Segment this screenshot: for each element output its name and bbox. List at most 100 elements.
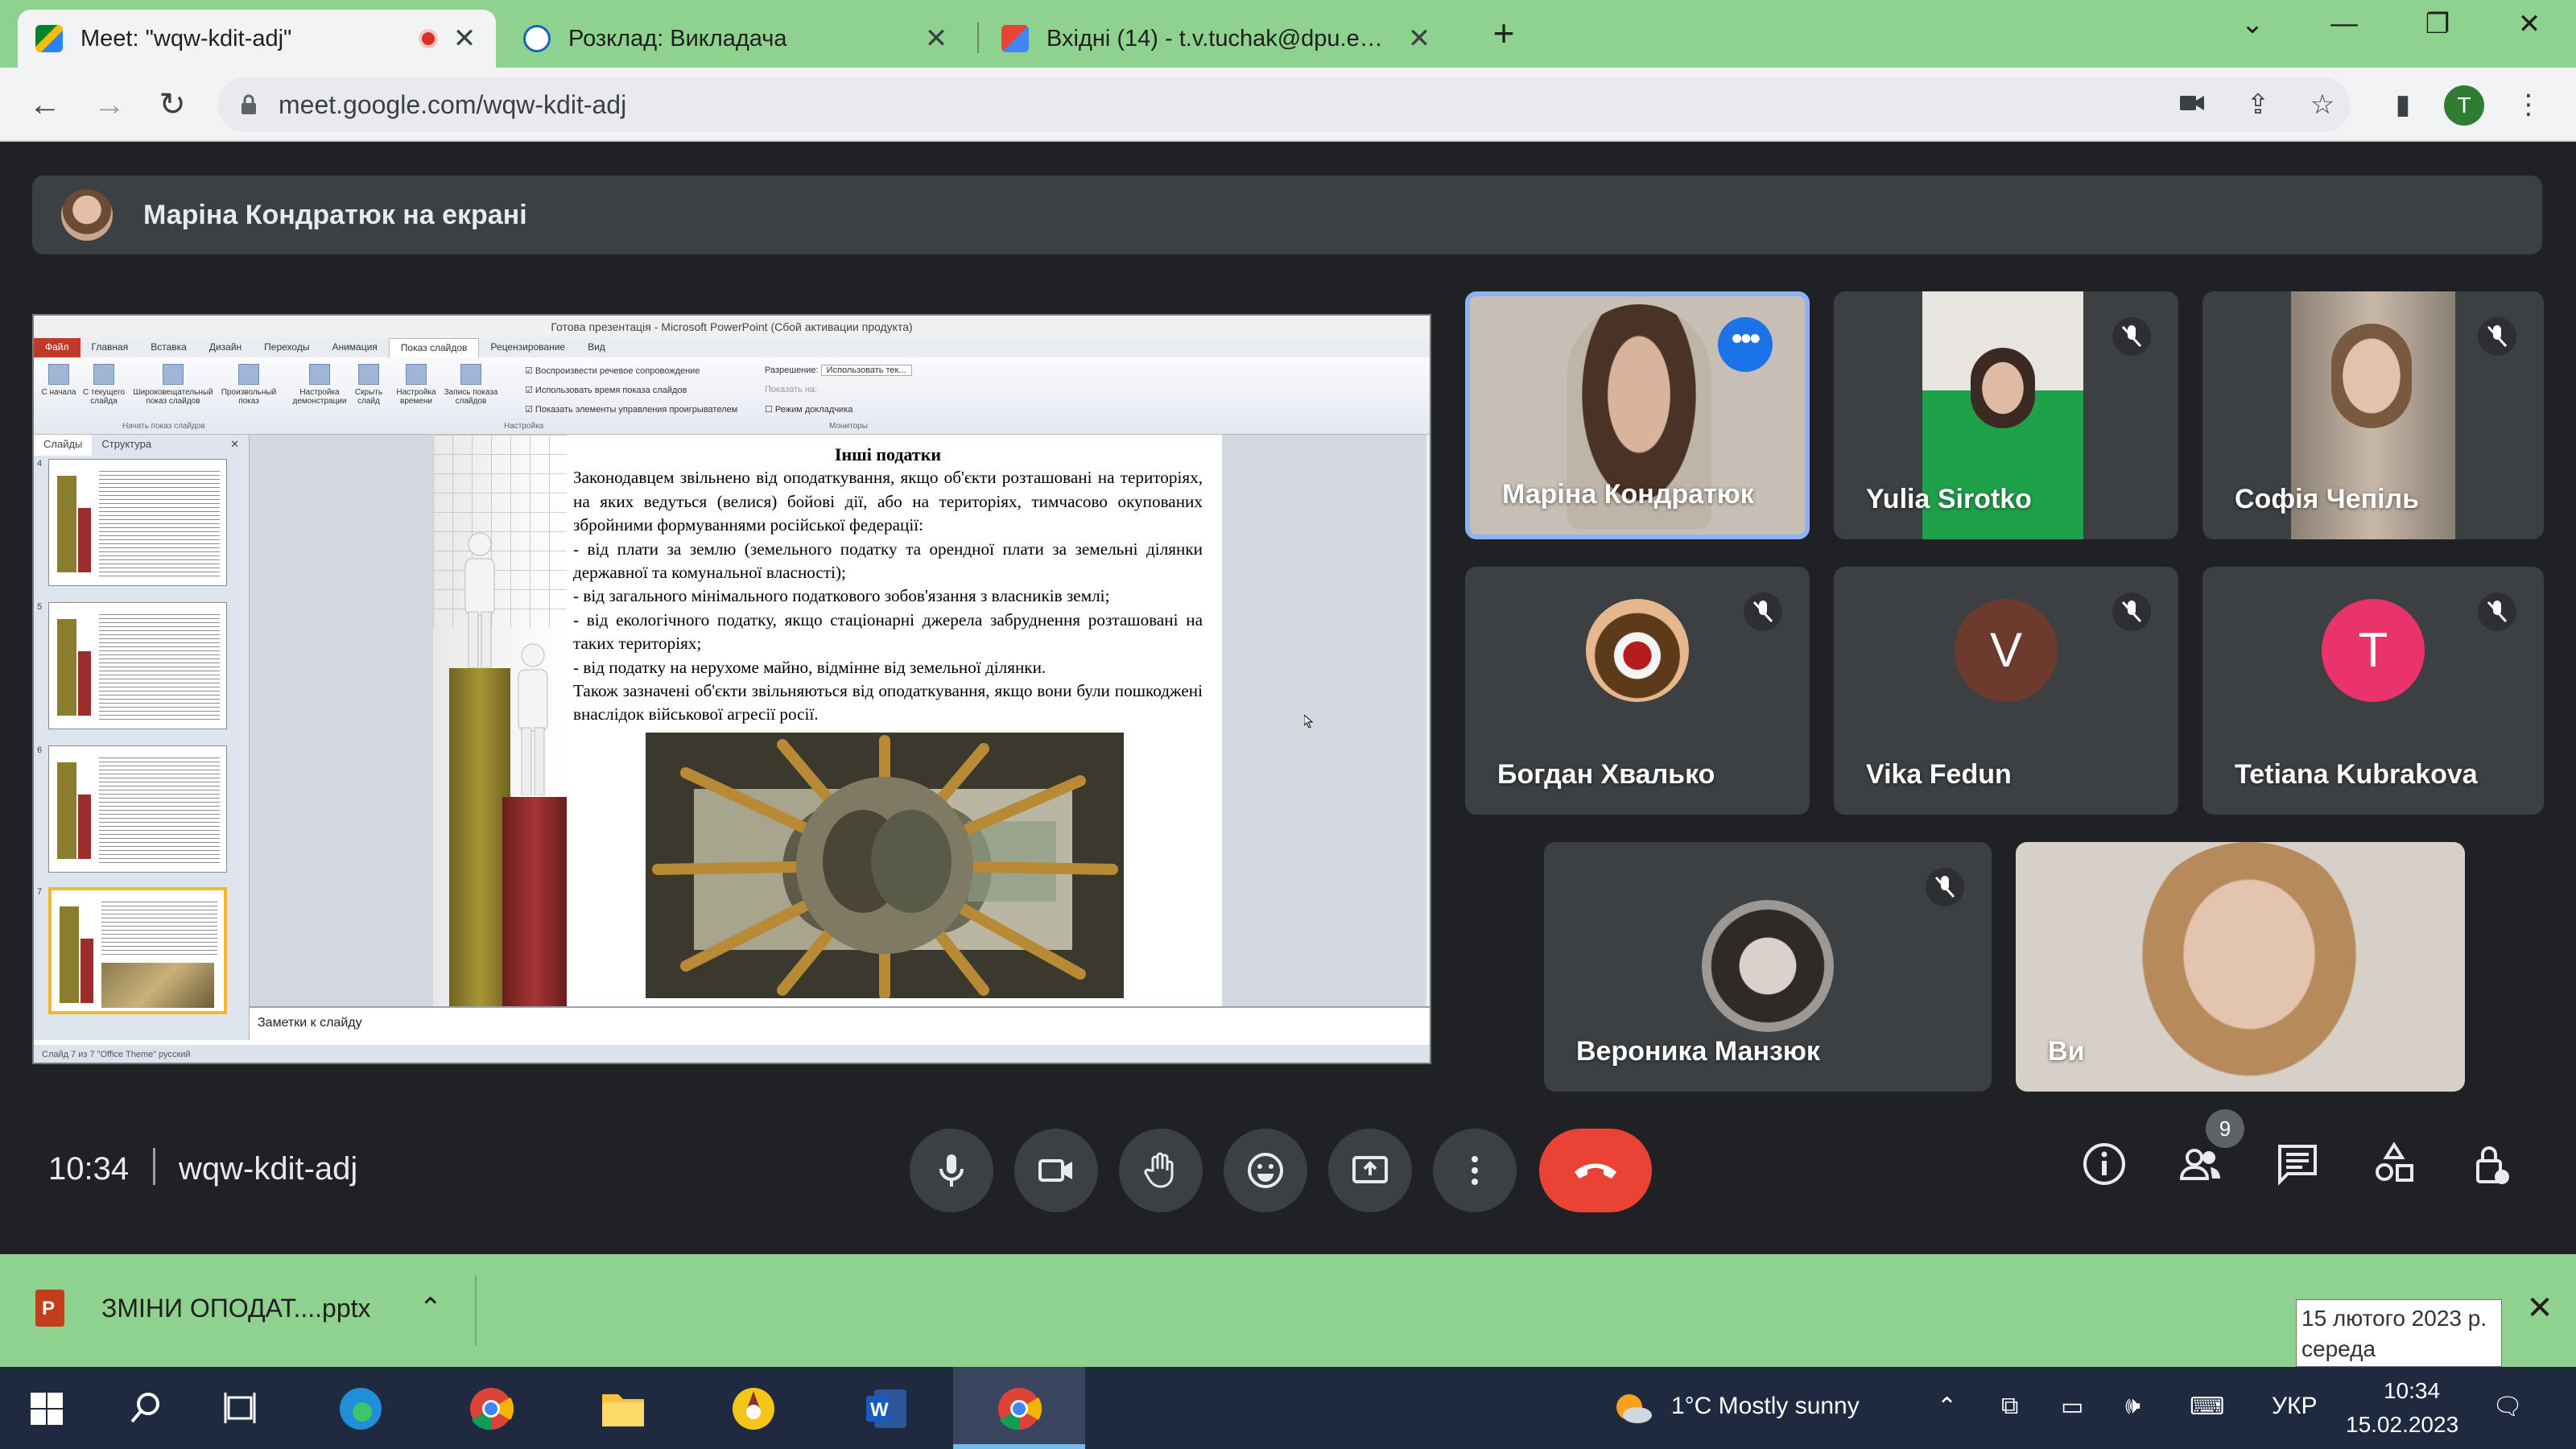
back-arrow-icon[interactable]: ← <box>24 84 66 126</box>
ppt-ribbon-checkbox: ☑ Использовать время показа слайдов <box>525 386 687 395</box>
tab-gmail[interactable]: Вхідні (14) - t.v.tuchak@dpu.edu.ua ✕ <box>984 10 1451 68</box>
browser-tab-strip: Meet: "wqw-kdit-adj" ✕ Розклад: Викладач… <box>0 0 2576 68</box>
ppt-tab: Показ слайдов <box>388 338 480 357</box>
ppt-panel-tab: Структура <box>101 438 152 450</box>
participant-tile[interactable]: Вероника Манзюк <box>1544 842 1992 1092</box>
slide-money-bullets-image <box>646 733 1124 998</box>
participant-name: Ви <box>2048 1036 2085 1067</box>
side-panel-icon[interactable]: ▮ <box>2381 84 2425 126</box>
mic-off-icon <box>2478 317 2516 356</box>
participant-tile[interactable]: T Tetiana Kubrakova <box>2202 567 2544 815</box>
leave-call-button[interactable] <box>1539 1129 1652 1212</box>
participant-tile[interactable]: Богдан Хвалько <box>1465 567 1810 815</box>
tooltip-day: середа <box>2301 1336 2376 1361</box>
browser-menu-icon[interactable]: ⋮ <box>2507 84 2550 126</box>
chat-icon[interactable] <box>2267 1140 2328 1201</box>
presenter-label: Маріна Кондратюк на екрані <box>143 199 527 230</box>
emoji-button[interactable] <box>1224 1129 1307 1212</box>
profile-avatar[interactable]: T <box>2444 85 2484 126</box>
language-indicator[interactable]: УКР <box>2272 1393 2318 1420</box>
word-icon[interactable]: W <box>861 1385 913 1433</box>
divider <box>153 1148 155 1185</box>
tray-app-icon[interactable]: ⧉ <box>2001 1393 2018 1420</box>
search-icon[interactable] <box>119 1385 171 1433</box>
weather-sun-icon <box>1616 1394 1652 1423</box>
new-tab-button[interactable]: + <box>1480 11 1528 55</box>
more-options-button[interactable] <box>1433 1129 1517 1212</box>
host-controls-icon[interactable] <box>2460 1140 2521 1201</box>
taskbar-time[interactable]: 10:34 <box>2372 1378 2452 1404</box>
more-options-icon[interactable]: ••• <box>1718 317 1773 372</box>
participant-avatar <box>1586 599 1689 702</box>
address-bar[interactable]: meet.google.com/wqw-kdit-adj <box>217 77 2351 132</box>
keyboard-icon[interactable]: ⌨ <box>2190 1393 2224 1421</box>
ppt-ribbon-label: Разрешение: Использовать тек... <box>765 365 912 376</box>
windows-start-icon[interactable] <box>21 1385 72 1433</box>
shared-screen[interactable]: Готова презентація - Microsoft PowerPoin… <box>32 314 1431 1064</box>
hand-icon <box>1144 1152 1174 1188</box>
ppt-ribbon-button: Скрыть слайд <box>349 364 388 406</box>
reload-icon[interactable]: ↻ <box>151 84 193 126</box>
raise-hand-button[interactable] <box>1119 1129 1203 1212</box>
people-icon[interactable] <box>2170 1140 2231 1201</box>
chrome-active-icon[interactable] <box>993 1385 1045 1433</box>
task-view-icon[interactable] <box>214 1385 266 1433</box>
tab-search-chevron-icon[interactable]: ⌄ <box>2228 8 2277 40</box>
participant-avatar <box>1702 900 1834 1032</box>
ppt-ribbon-label: Показать на: <box>765 385 818 394</box>
tab-schedule[interactable]: Розклад: Викладача ✕ <box>506 10 968 68</box>
mic-button[interactable] <box>910 1129 993 1212</box>
close-tab-icon[interactable]: ✕ <box>923 23 950 55</box>
file-explorer-icon[interactable] <box>597 1385 649 1433</box>
taskbar-date[interactable]: 15.02.2023 <box>2346 1412 2458 1438</box>
mic-off-icon <box>2112 317 2151 356</box>
participant-tile[interactable]: Yulia Sirotko <box>1834 291 2178 539</box>
close-window-button[interactable]: ✕ <box>2505 8 2553 40</box>
camera-blocked-icon[interactable] <box>2170 84 2214 126</box>
forward-arrow-icon[interactable]: → <box>89 84 130 126</box>
ppt-ribbon-group-label: Настройка <box>504 422 544 431</box>
slide-thumbnail-selected <box>48 887 227 1014</box>
tab-separator <box>977 23 979 53</box>
ppt-slides-panel: Слайды Структура ✕ 4 5 6 7 <box>34 435 250 1040</box>
url-text: meet.google.com/wqw-kdit-adj <box>279 89 627 119</box>
chevron-up-icon[interactable]: ⌃ <box>419 1292 443 1324</box>
tray-chevron-up-icon[interactable]: ⌃ <box>1937 1393 1957 1421</box>
close-shelf-icon[interactable]: ✕ <box>2520 1290 2560 1327</box>
windows-taskbar: W 1°C Mostly sunny ⌃ ⧉ ▭ 🕪 ⌨ УКР 10:34 1… <box>0 1367 2576 1449</box>
present-screen-button[interactable] <box>1328 1129 1412 1212</box>
ppt-tab: Рецензирование <box>490 341 566 353</box>
slide-text: Інші податки Законодавцем звільнено від … <box>573 443 1203 727</box>
notifications-icon[interactable]: 🗨 <box>2492 1393 2523 1421</box>
camera-button[interactable] <box>1014 1129 1098 1212</box>
ppt-tab: Переходы <box>264 341 310 353</box>
mic-icon <box>939 1154 964 1187</box>
participant-tile[interactable]: Софія Чепіль <box>2202 291 2544 539</box>
minimize-button[interactable]: — <box>2320 8 2368 39</box>
person-figure-icon <box>518 643 548 795</box>
share-icon[interactable]: ⇪ <box>2236 84 2280 126</box>
browser-toolbar: ← → ↻ meet.google.com/wqw-kdit-adj ⇪ ☆ ▮… <box>0 68 2576 142</box>
weather-text[interactable]: 1°C Mostly sunny <box>1671 1393 1860 1420</box>
participant-tile[interactable]: ••• Маріна Кондратюк <box>1465 291 1810 539</box>
self-tile[interactable]: Ви <box>2016 842 2465 1092</box>
ppt-ribbon-tabs: Файл Главная Вставка Дизайн Переходы Ани… <box>34 338 1430 357</box>
google-meet-icon <box>35 25 63 52</box>
close-tab-icon[interactable]: ✕ <box>451 23 478 55</box>
meeting-info-icon[interactable] <box>2074 1140 2135 1201</box>
tab-meet[interactable]: Meet: "wqw-kdit-adj" ✕ <box>18 10 496 68</box>
chrome-icon[interactable] <box>465 1385 517 1433</box>
restore-button[interactable]: ❐ <box>2413 8 2462 40</box>
participant-face <box>2331 324 2412 428</box>
app-icon[interactable] <box>728 1385 779 1433</box>
participant-tile[interactable]: V Vika Fedun <box>1834 567 2178 815</box>
download-item[interactable]: P ЗМІНИ ОПОДАТ....pptx ⌃ <box>35 1290 442 1327</box>
battery-icon[interactable]: ▭ <box>2061 1393 2083 1421</box>
meeting-code: wqw-kdit-adj <box>179 1151 358 1187</box>
close-tab-icon[interactable]: ✕ <box>1406 23 1433 55</box>
edge-icon[interactable] <box>335 1385 386 1433</box>
ppt-tab: Анимация <box>332 341 378 353</box>
bookmark-star-icon[interactable]: ☆ <box>2301 84 2344 126</box>
volume-icon[interactable]: 🕪 <box>2125 1393 2140 1420</box>
activities-icon[interactable] <box>2363 1140 2425 1201</box>
